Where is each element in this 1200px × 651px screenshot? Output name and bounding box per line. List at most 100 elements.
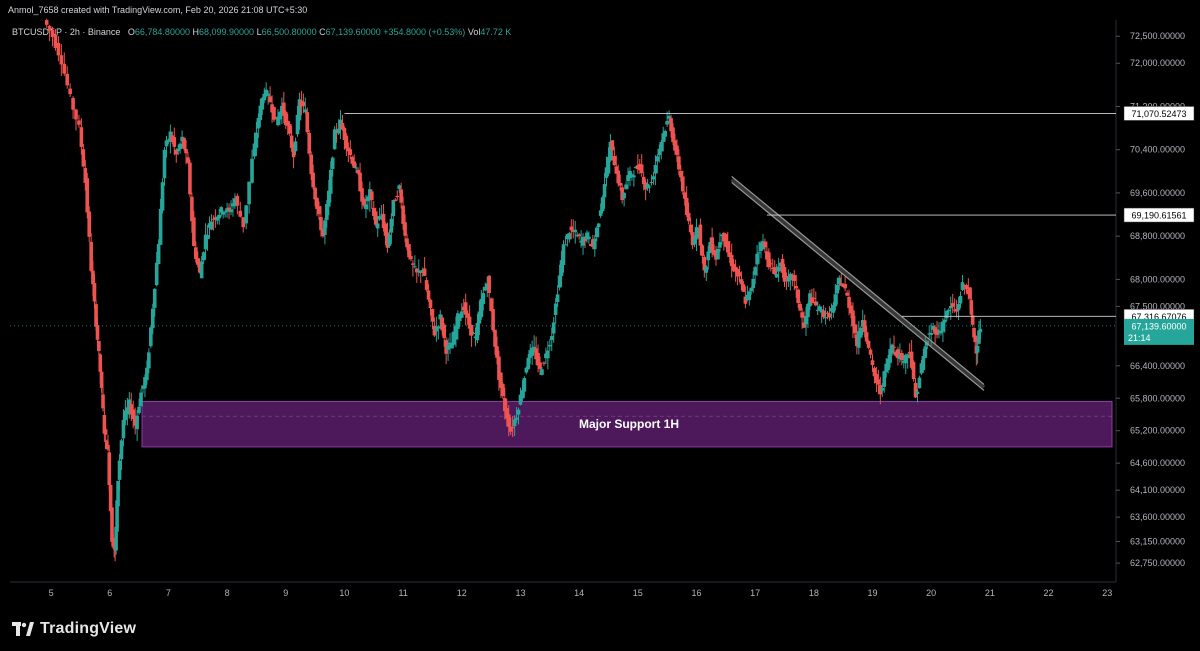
candle-up[interactable] [945, 310, 949, 319]
candle-down[interactable] [184, 148, 188, 154]
candle-down[interactable] [542, 362, 546, 364]
candle-up[interactable] [573, 229, 578, 233]
candle-up[interactable] [229, 209, 233, 213]
candle-up[interactable] [332, 129, 337, 150]
candle-down[interactable] [409, 256, 413, 260]
candle-up[interactable] [247, 181, 251, 205]
candle-up[interactable] [596, 223, 601, 228]
candle-up[interactable] [354, 167, 358, 169]
candle-down[interactable] [65, 73, 70, 86]
candle-down[interactable] [767, 252, 771, 268]
candle-down[interactable] [700, 245, 705, 256]
candle-down[interactable] [618, 183, 623, 186]
candle-up[interactable] [516, 409, 521, 415]
candle-down[interactable] [317, 206, 321, 215]
candle-down[interactable] [195, 258, 200, 265]
candle-down[interactable] [741, 284, 746, 292]
candle-up[interactable] [221, 212, 225, 215]
candle-down[interactable] [763, 241, 767, 248]
candle-up[interactable] [328, 169, 333, 194]
candle-down[interactable] [370, 191, 374, 201]
candle-up[interactable] [747, 291, 752, 301]
candle-down[interactable] [680, 176, 685, 192]
candle-down[interactable] [491, 309, 495, 331]
candle-up[interactable] [905, 354, 910, 359]
candle-down[interactable] [900, 352, 904, 361]
candle-down[interactable] [301, 101, 306, 107]
candle-down[interactable] [821, 310, 826, 318]
candle-up[interactable] [512, 419, 517, 427]
candle-up[interactable] [651, 176, 656, 180]
candle-up[interactable] [154, 262, 159, 286]
candle-down[interactable] [430, 308, 435, 322]
candle-up[interactable] [553, 303, 558, 315]
candle-up[interactable] [450, 344, 454, 349]
candle-up[interactable] [156, 243, 161, 264]
candle-down[interactable] [106, 444, 110, 450]
candle-up[interactable] [377, 216, 382, 220]
candle-up[interactable] [659, 142, 664, 152]
candle-down[interactable] [344, 135, 349, 149]
candle-up[interactable] [943, 319, 947, 323]
candle-up[interactable] [546, 350, 550, 359]
candle-up[interactable] [555, 294, 560, 303]
candle-up[interactable] [149, 327, 153, 347]
candle-down[interactable] [44, 20, 49, 25]
candle-down[interactable] [68, 88, 72, 95]
candle-down[interactable] [538, 362, 542, 369]
candle-up[interactable] [293, 141, 298, 152]
candle-up[interactable] [549, 336, 554, 340]
candle-up[interactable] [201, 252, 206, 261]
candle-up[interactable] [563, 244, 568, 246]
candle-up[interactable] [514, 417, 519, 420]
candle-up[interactable] [446, 345, 450, 350]
candle-up[interactable] [219, 207, 224, 213]
candle-up[interactable] [387, 234, 392, 246]
candle-up[interactable] [923, 346, 928, 358]
candle-down[interactable] [89, 241, 93, 271]
candle-down[interactable] [892, 346, 896, 348]
candle-up[interactable] [665, 120, 669, 125]
candle-up[interactable] [917, 377, 922, 389]
candle-down[interactable] [510, 427, 515, 429]
candle-down[interactable] [103, 429, 108, 435]
candle-down[interactable] [612, 156, 617, 166]
candle-up[interactable] [921, 355, 926, 371]
candle-up[interactable] [254, 132, 259, 148]
candle-down[interactable] [725, 241, 730, 253]
candle-down[interactable] [487, 275, 491, 293]
candle-up[interactable] [978, 328, 983, 333]
candle-up[interactable] [117, 460, 122, 480]
candle-up[interactable] [323, 220, 327, 235]
candle-down[interactable] [311, 172, 315, 188]
candle-down[interactable] [862, 320, 867, 333]
candle-up[interactable] [397, 185, 402, 190]
candle-down[interactable] [172, 137, 177, 147]
candle-up[interactable] [330, 157, 335, 169]
candle-down[interactable] [800, 312, 804, 318]
candle-up[interactable] [975, 345, 980, 353]
candle-up[interactable] [540, 369, 544, 375]
candle-down[interactable] [796, 289, 800, 304]
candle-up[interactable] [581, 236, 585, 246]
candle-up[interactable] [753, 267, 757, 276]
candle-down[interactable] [313, 187, 317, 200]
candle-up[interactable] [266, 93, 270, 97]
candle-up[interactable] [547, 344, 552, 347]
candle-down[interactable] [87, 211, 92, 237]
candle-up[interactable] [522, 378, 527, 392]
candle-down[interactable] [682, 192, 687, 199]
candle-up[interactable] [776, 266, 781, 272]
candle-down[interactable] [495, 346, 499, 358]
candle-down[interactable] [772, 267, 777, 275]
candle-down[interactable] [424, 280, 429, 290]
candle-up[interactable] [956, 304, 961, 311]
candle-up[interactable] [774, 274, 779, 278]
candle-down[interactable] [868, 349, 873, 355]
candle-up[interactable] [835, 284, 840, 294]
candle-down[interactable] [794, 285, 799, 289]
candle-up[interactable] [958, 296, 963, 304]
candle-down[interactable] [876, 379, 881, 385]
candle-up[interactable] [436, 326, 441, 329]
candle-up[interactable] [145, 367, 149, 381]
